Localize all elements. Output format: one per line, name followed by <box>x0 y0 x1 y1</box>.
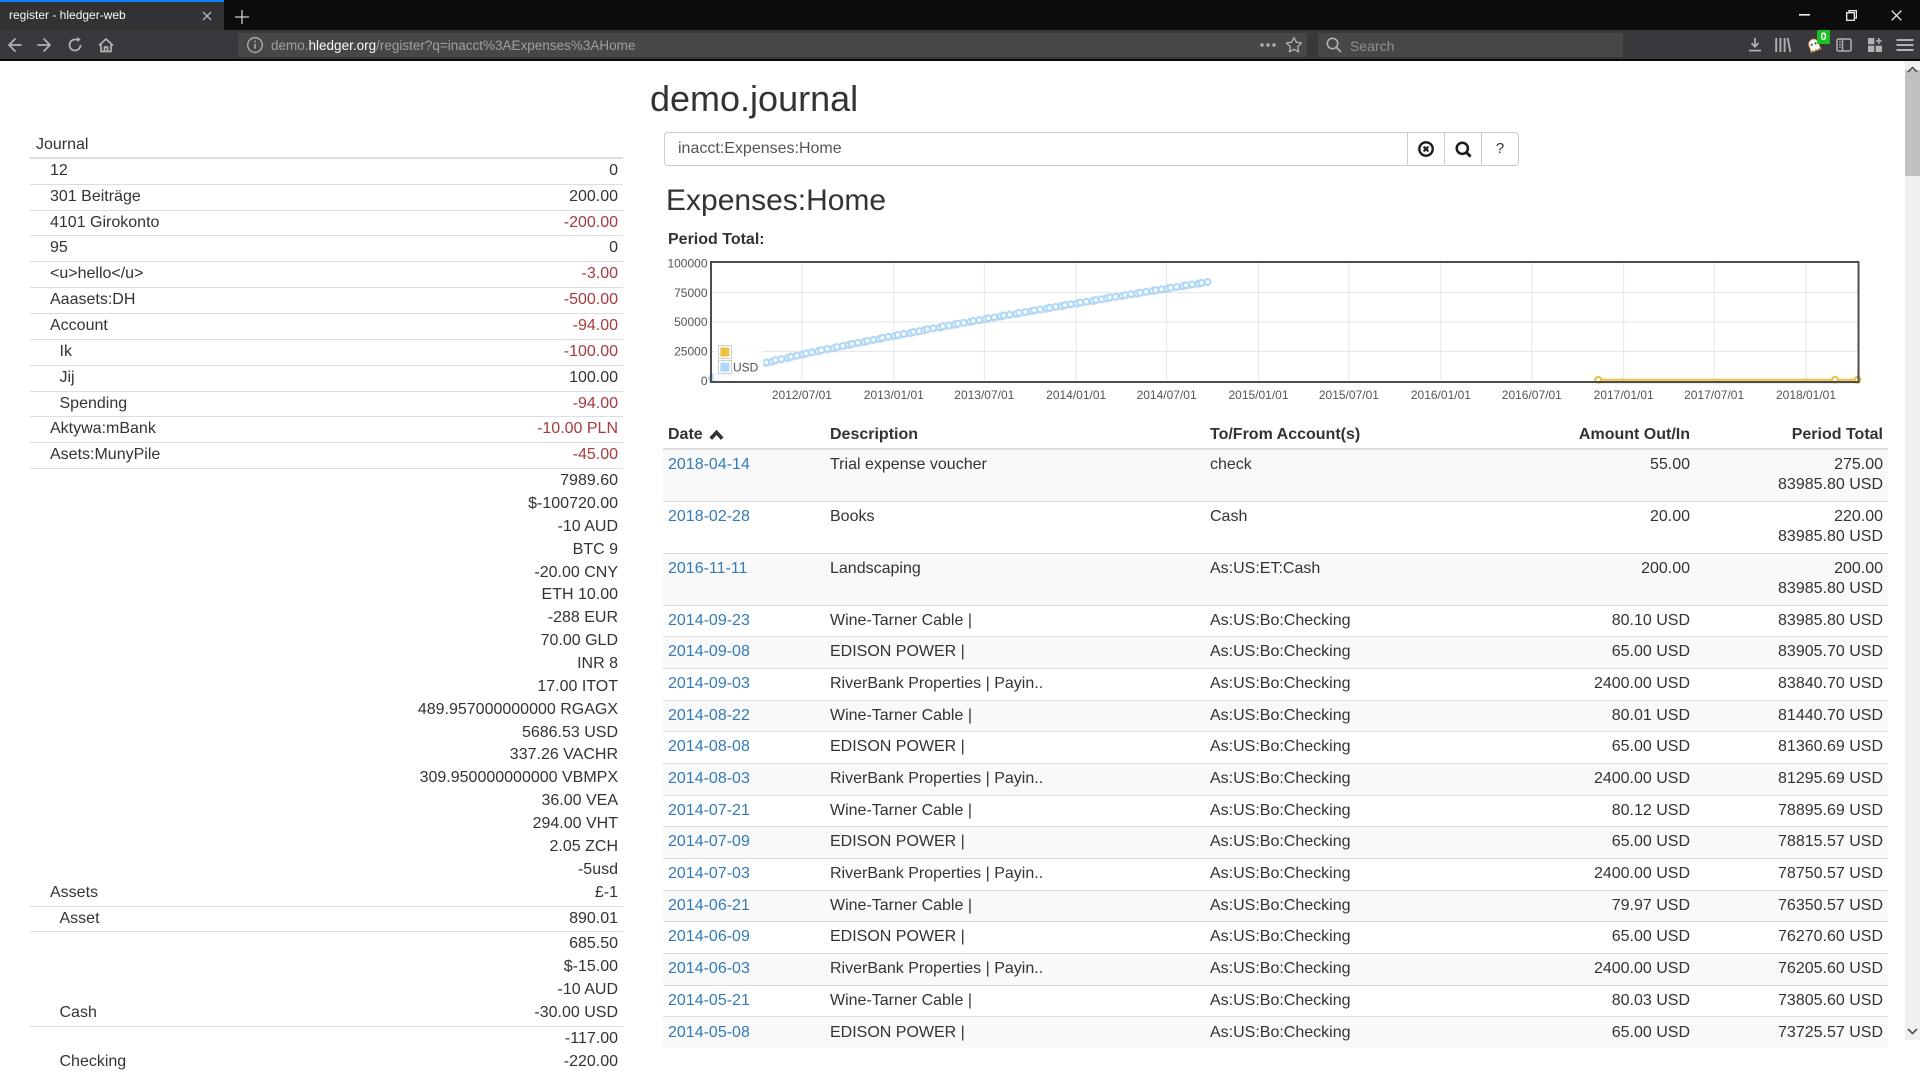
svg-text:USD: USD <box>733 361 759 375</box>
svg-text:2013/01/01: 2013/01/01 <box>864 388 924 402</box>
svg-text:2015/01/01: 2015/01/01 <box>1228 388 1288 402</box>
svg-text:2013/07/01: 2013/07/01 <box>954 388 1014 402</box>
svg-text:2015/07/01: 2015/07/01 <box>1319 388 1379 402</box>
svg-text:2014/01/01: 2014/01/01 <box>1046 388 1106 402</box>
svg-text:0: 0 <box>701 374 708 388</box>
svg-text:2017/01/01: 2017/01/01 <box>1594 388 1654 402</box>
svg-text:2014/07/01: 2014/07/01 <box>1137 388 1197 402</box>
svg-text:2017/07/01: 2017/07/01 <box>1684 388 1744 402</box>
svg-text:25000: 25000 <box>674 345 708 359</box>
svg-text:2016/01/01: 2016/01/01 <box>1411 388 1471 402</box>
svg-text:50000: 50000 <box>674 315 708 329</box>
svg-text:2012/07/01: 2012/07/01 <box>772 388 832 402</box>
svg-text:100000: 100000 <box>667 256 707 270</box>
svg-text:2018/01/01: 2018/01/01 <box>1776 388 1836 402</box>
svg-text:2016/07/01: 2016/07/01 <box>1502 388 1562 402</box>
svg-text:75000: 75000 <box>674 286 708 300</box>
